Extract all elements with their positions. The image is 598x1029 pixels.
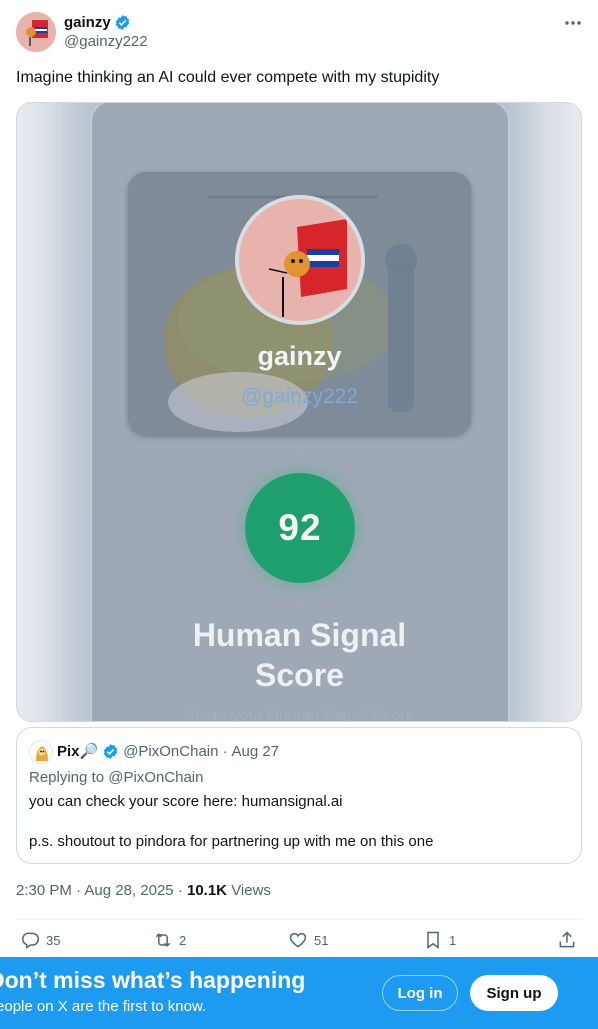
tweet-media[interactable]: gainzy @gainzy222 92 Human Signal Score … [16,102,582,722]
tweet-time[interactable]: 2:30 PM [16,882,72,899]
quote-text-line1: you can check your score here: humansign… [29,793,343,810]
author-display-name[interactable]: gainzy [64,14,111,31]
repost-count: 2 [179,932,187,948]
quote-display-name[interactable]: Pix🔎 [57,742,98,760]
quote-replying-to: Replying to @PixOnChain [29,769,204,786]
author-avatar[interactable] [16,12,56,52]
verified-badge-icon [103,743,118,759]
reply-button[interactable]: 35 [20,930,60,950]
tweet-date[interactable]: Aug 28, 2025 [84,882,173,899]
views-count: 10.1K [186,882,228,899]
author-name-row: gainzy [64,12,131,32]
replying-to-handle[interactable]: @PixOnChain [108,769,203,786]
score-label-line1: Human Signal [192,617,407,653]
banner-title: Don’t miss what’s happening [0,967,306,993]
share-button[interactable] [557,930,577,950]
bookmark-icon [427,931,439,949]
score-value: 92 [278,507,322,548]
reply-icon [22,932,40,949]
quote-avatar[interactable] [29,740,53,764]
score-label-line2: Score [255,657,344,693]
tweet-meta: 2:30 PM · Aug 28, 2025 · 10.1K Views [16,882,271,899]
replying-prefix: Replying to [29,769,105,786]
login-button[interactable]: Log in [382,975,458,1011]
reply-count: 35 [46,932,61,948]
views-label: Views [231,882,271,899]
divider [16,919,582,920]
verified-badge-icon [115,14,129,30]
card-display-name: gainzy [257,341,342,371]
quote-separator: · [222,742,228,760]
card-avatar [235,195,365,325]
author-handle[interactable]: @gainzy222 [64,33,148,50]
signup-button[interactable]: Sign up [470,975,558,1011]
tweet-header: gainzy @gainzy222 [16,12,582,52]
score-badge: 92 [245,473,355,583]
quoted-tweet[interactable]: Pix🔎 @PixOnChain · Aug 27 Replying to @P… [16,727,582,864]
tweet-text: Imagine thinking an AI could ever compet… [16,69,440,86]
more-dots-icon[interactable] [564,14,582,37]
repost-button[interactable]: 2 [153,930,186,950]
quote-handle[interactable]: @PixOnChain [123,743,218,760]
card-avatar-art-icon [239,199,361,321]
avatar-art-icon [16,12,56,52]
heart-icon [289,932,307,948]
card-handle: @gainzy222 [240,385,359,408]
repost-icon [155,933,171,947]
banner-subtitle: People on X are the first to know. [0,998,207,1015]
share-icon [559,931,575,948]
meta-separator: · [177,882,187,899]
quote-date[interactable]: Aug 27 [231,743,279,760]
pix-avatar-icon [30,741,52,763]
like-count: 51 [314,932,329,948]
signup-banner: Don’t miss what’s happening People on X … [0,957,598,1029]
score-label: Human Signal Score [128,615,471,695]
card-footer-text: Share your Human Signal Score [184,707,415,722]
bookmark-button[interactable]: 1 [423,930,456,950]
action-bar: 35 2 51 1 [16,930,582,956]
quote-text-line2: p.s. shoutout to pindora for partnering … [29,833,434,850]
quote-header: Pix🔎 @PixOnChain · Aug 27 [57,742,279,761]
bookmark-count: 1 [449,932,457,948]
like-button[interactable]: 51 [288,930,328,950]
